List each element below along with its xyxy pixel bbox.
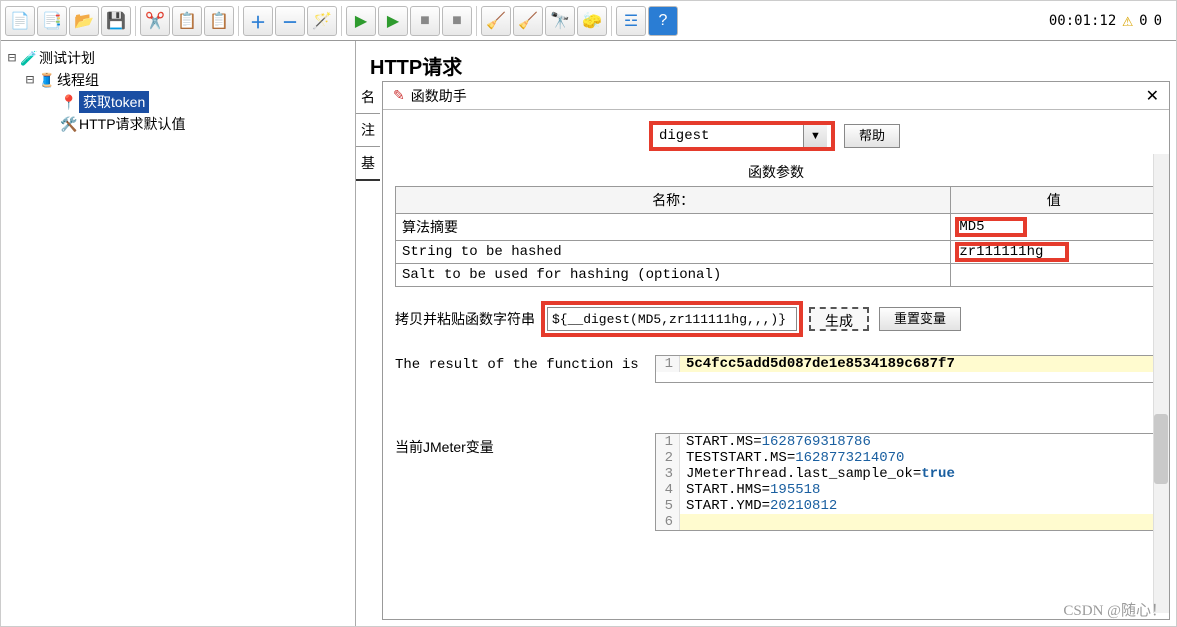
vars-box[interactable]: 1START.MS=16287693187862TESTSTART.MS=162… (655, 433, 1157, 531)
result-label: The result of the function is (395, 355, 645, 383)
shutdown-icon[interactable]: ■ (442, 6, 472, 36)
params-table: 名称：值 算法摘要MD5 String to be hashedzr111111… (395, 186, 1157, 287)
function-helper-dialog: ✎ 函数助手 ✕ ▼ 帮助 函数参数 名称：值 算法摘 (382, 81, 1170, 620)
function-helper-icon[interactable]: 🧽 (577, 6, 607, 36)
error-count-1: 0 (1139, 13, 1147, 29)
result-value[interactable]: 5c4fcc5add5d087de1e8534189c687f7 (680, 356, 1156, 372)
timer-display: 00:01:12 ⚠ 0 0 (1049, 10, 1172, 31)
search-icon[interactable]: 🔭 (545, 6, 575, 36)
wand-icon[interactable]: 🪄 (307, 6, 337, 36)
col-value: 值 (951, 187, 1157, 214)
truncated-labels: 名 注 基 (356, 81, 380, 181)
templates-icon[interactable]: 📑 (37, 6, 67, 36)
param-value-cell[interactable] (951, 264, 1157, 287)
watermark: CSDN @随心！ (1063, 599, 1166, 620)
start-icon[interactable]: ▶ (346, 6, 376, 36)
help-icon[interactable]: ? (648, 6, 678, 36)
tree-thread-group[interactable]: 线程组 (57, 70, 99, 90)
clear-all-icon[interactable]: 🧹 (513, 6, 543, 36)
table-row: String to be hashedzr111111hg (396, 241, 1157, 264)
cut-icon[interactable]: ✂️ (140, 6, 170, 36)
col-name: 名称： (396, 187, 951, 214)
param-value-cell[interactable]: MD5 (951, 214, 1157, 241)
add-icon[interactable]: ＋ (243, 6, 273, 36)
config-icon: 🛠️ (59, 116, 79, 133)
close-icon[interactable]: ✕ (1146, 86, 1159, 106)
scrollbar[interactable] (1153, 154, 1169, 613)
function-select-input[interactable] (653, 126, 803, 146)
options-icon[interactable]: ☲ (616, 6, 646, 36)
clear-icon[interactable]: 🧹 (481, 6, 511, 36)
paste-icon[interactable]: 📋 (204, 6, 234, 36)
generate-button[interactable]: 生成 (809, 307, 869, 331)
open-icon[interactable]: 📂 (69, 6, 99, 36)
params-heading: 函数参数 (395, 162, 1157, 182)
dialog-title: 函数助手 (411, 86, 467, 106)
tree-root[interactable]: 测试计划 (39, 48, 95, 68)
app-window: 📄 📑 📂 💾 ✂️ 📋 📋 ＋ － 🪄 ▶ ▶ ■ ■ 🧹 🧹 🔭 🧽 ☲ ?… (0, 0, 1177, 627)
copy-paste-label: 拷贝并粘贴函数字符串 (395, 309, 535, 329)
test-plan-tree[interactable]: ⊟🧪测试计划 ⊟🧵线程组 📍获取token 🛠️HTTP请求默认值 (1, 41, 356, 626)
remove-icon[interactable]: － (275, 6, 305, 36)
help-button[interactable]: 帮助 (844, 124, 900, 148)
function-string-input[interactable] (547, 307, 797, 331)
content-area: HTTP请求 名 注 基 ✎ 函数助手 ✕ ▼ (356, 41, 1176, 626)
page-title: HTTP请求 (356, 41, 1176, 84)
stop-icon[interactable]: ■ (410, 6, 440, 36)
new-file-icon[interactable]: 📄 (5, 6, 35, 36)
start-no-timers-icon[interactable]: ▶ (378, 6, 408, 36)
function-select[interactable]: ▼ (652, 124, 832, 148)
chevron-down-icon[interactable]: ▼ (803, 125, 827, 147)
vars-label: 当前JMeter变量 (395, 433, 645, 531)
reset-vars-button[interactable]: 重置变量 (879, 307, 961, 331)
save-icon[interactable]: 💾 (101, 6, 131, 36)
copy-icon[interactable]: 📋 (172, 6, 202, 36)
result-box: 15c4fcc5add5d087de1e8534189c687f7 (655, 355, 1157, 383)
error-count-2: 0 (1154, 13, 1162, 29)
tree-node-token[interactable]: 获取token (79, 91, 149, 113)
dialog-titlebar: ✎ 函数助手 ✕ (383, 82, 1169, 110)
pencil-icon: ✎ (393, 87, 405, 104)
table-row: Salt to be used for hashing (optional) (396, 264, 1157, 287)
warning-icon: ⚠ (1122, 10, 1133, 31)
elapsed-time: 00:01:12 (1049, 13, 1116, 29)
beaker-icon: 🧪 (19, 50, 39, 67)
param-value-cell[interactable]: zr111111hg (951, 241, 1157, 264)
sampler-icon: 📍 (59, 94, 79, 111)
gear-icon: 🧵 (37, 72, 57, 89)
tree-node-defaults[interactable]: HTTP请求默认值 (79, 114, 186, 134)
table-row: 算法摘要MD5 (396, 214, 1157, 241)
main-toolbar: 📄 📑 📂 💾 ✂️ 📋 📋 ＋ － 🪄 ▶ ▶ ■ ■ 🧹 🧹 🔭 🧽 ☲ ?… (1, 1, 1176, 41)
